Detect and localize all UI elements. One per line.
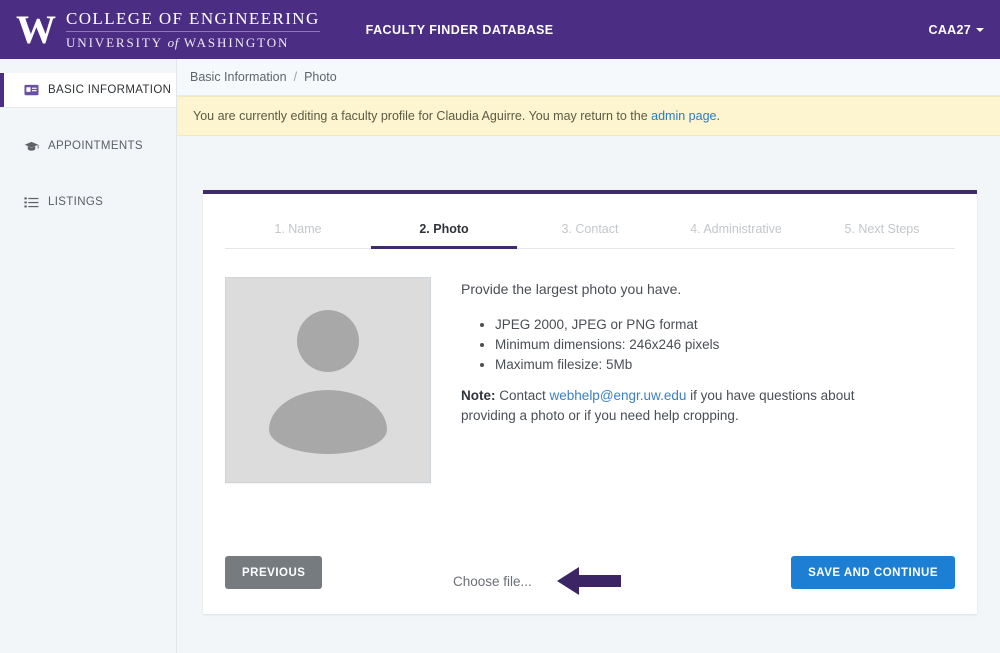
tab-step-photo[interactable]: 2. Photo (371, 214, 517, 249)
content-area: Basic Information / Photo You are curren… (177, 59, 1000, 653)
avatar-head-shape (297, 310, 359, 372)
app-title: FACULTY FINDER DATABASE (365, 22, 554, 37)
photo-instructions: Provide the largest photo you have. JPEG… (453, 277, 955, 483)
photo-placeholder-frame (225, 277, 431, 483)
photo-note: Note: Contact webhelp@engr.uw.edu if you… (461, 386, 891, 426)
photo-requirements-list: JPEG 2000, JPEG or PNG format Minimum di… (461, 317, 955, 372)
tab-step-administrative[interactable]: 4. Administrative (663, 214, 809, 249)
breadcrumb-current: Photo (304, 70, 337, 84)
uw-logo[interactable]: W COLLEGE OF ENGINEERING UNIVERSITY of W… (0, 9, 320, 50)
app-root: W COLLEGE OF ENGINEERING UNIVERSITY of W… (0, 0, 1000, 653)
uw-w-icon: W (16, 6, 56, 52)
breadcrumb-separator: / (293, 70, 298, 84)
graduation-cap-icon (24, 141, 39, 151)
previous-button[interactable]: PREVIOUS (225, 556, 323, 589)
tab-step-contact[interactable]: 3. Contact (517, 214, 663, 249)
tab-step-next-steps[interactable]: 5. Next Steps (809, 214, 955, 249)
photo-step-card: 1. Name 2. Photo 3. Contact 4. Administr… (203, 190, 977, 614)
sidebar: BASIC INFORMATION APPOINTMENTS LISTINGS (0, 59, 177, 653)
sidebar-item-label: BASIC INFORMATION (48, 84, 172, 96)
sidebar-item-basic-information[interactable]: BASIC INFORMATION (0, 73, 176, 107)
id-card-icon (24, 84, 39, 95)
photo-pane: Provide the largest photo you have. JPEG… (203, 249, 977, 483)
wizard-steps: 1. Name 2. Photo 3. Contact 4. Administr… (225, 214, 955, 249)
photo-preview-column (225, 277, 453, 483)
avatar-body-shape (269, 390, 387, 454)
logo-university-line: UNIVERSITY of WASHINGTON (66, 35, 320, 50)
note-before: Contact (495, 388, 550, 403)
user-menu-label: CAA27 (928, 22, 971, 37)
logo-of-word: of (167, 35, 179, 50)
breadcrumb-parent[interactable]: Basic Information (190, 70, 287, 84)
list-item: Maximum filesize: 5Mb (495, 357, 955, 372)
save-and-continue-button[interactable]: SAVE AND CONTINUE (791, 556, 955, 589)
alert-text-before: You are currently editing a faculty prof… (193, 109, 648, 123)
breadcrumb: Basic Information / Photo (177, 59, 1000, 96)
webhelp-email-link[interactable]: webhelp@engr.uw.edu (550, 388, 687, 403)
sidebar-item-listings[interactable]: LISTINGS (0, 185, 176, 219)
note-label: Note: (461, 388, 496, 403)
sidebar-item-label: LISTINGS (48, 196, 104, 208)
list-icon (24, 196, 39, 207)
user-menu[interactable]: CAA27 (928, 22, 984, 37)
logo-divider (66, 31, 320, 32)
top-header: W COLLEGE OF ENGINEERING UNIVERSITY of W… (0, 0, 1000, 59)
sidebar-item-appointments[interactable]: APPOINTMENTS (0, 129, 176, 163)
logo-college-line: COLLEGE OF ENGINEERING (66, 9, 320, 28)
tab-step-name[interactable]: 1. Name (225, 214, 371, 249)
editing-notice-banner: You are currently editing a faculty prof… (177, 96, 1000, 136)
photo-lead-text: Provide the largest photo you have. (461, 281, 682, 297)
sidebar-item-label: APPOINTMENTS (48, 140, 143, 152)
card-button-row: PREVIOUS SAVE AND CONTINUE (225, 556, 955, 589)
logo-university-word: UNIVERSITY (66, 35, 163, 50)
uw-logo-text: COLLEGE OF ENGINEERING UNIVERSITY of WAS… (66, 9, 320, 50)
list-item: JPEG 2000, JPEG or PNG format (495, 317, 955, 332)
admin-page-link[interactable]: admin page (651, 109, 716, 123)
avatar-placeholder-icon (228, 280, 428, 480)
logo-washington-word: WASHINGTON (183, 35, 290, 50)
alert-text-after: . (716, 109, 720, 123)
list-item: Minimum dimensions: 246x246 pixels (495, 337, 955, 352)
chevron-down-icon (976, 27, 984, 32)
